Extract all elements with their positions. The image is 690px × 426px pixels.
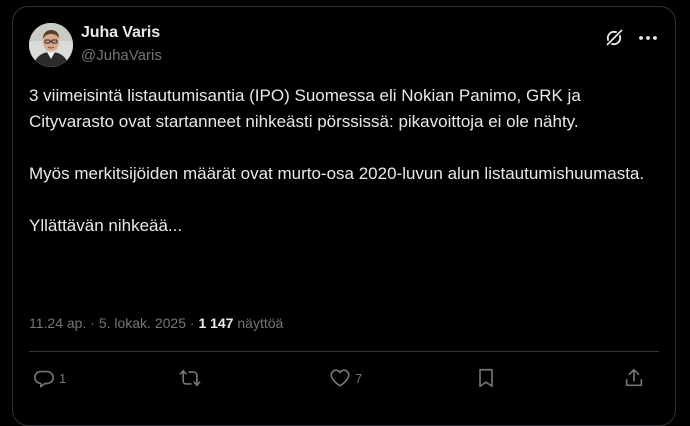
reply-icon [34, 370, 54, 388]
grok-icon[interactable] [603, 27, 625, 49]
author-display-name[interactable]: Juha Varis [81, 24, 160, 42]
tweet-card: Juha Varis @JuhaVaris 3 viimeisintä list… [12, 6, 676, 426]
tweet-paragraph: Myös merkitsijöiden määrät ovat murto-os… [29, 164, 645, 183]
like-count: 7 [355, 370, 363, 386]
reply-count: 1 [59, 370, 67, 386]
bookmark-icon [479, 368, 493, 388]
bookmark-button[interactable] [475, 365, 497, 391]
divider [29, 351, 659, 352]
profile-photo-icon [29, 23, 73, 67]
share-icon [625, 368, 643, 387]
tweet-meta: 11.24 ap. · 5. lokak. 2025 · 1 147 näytt… [29, 315, 283, 331]
tweet-time[interactable]: 11.24 ap. [29, 315, 86, 331]
more-options-icon[interactable] [637, 27, 659, 49]
tweet-paragraph: Yllättävän nihkeää... [29, 216, 183, 235]
tweet-date[interactable]: 5. lokak. 2025 [99, 315, 186, 331]
meta-separator: · [90, 315, 95, 331]
reply-button[interactable]: 1 [33, 365, 66, 391]
like-button[interactable]: 7 [329, 365, 362, 391]
views-label: näyttöä [237, 315, 284, 331]
views-count: 1 147 [198, 315, 234, 331]
meta-separator: · [189, 315, 195, 331]
like-icon [330, 369, 350, 387]
avatar[interactable] [29, 23, 73, 67]
tweet-text: 3 viimeisintä listautumisantia (IPO) Suo… [29, 83, 659, 239]
retweet-icon [179, 369, 201, 387]
tweet-paragraph: 3 viimeisintä listautumisantia (IPO) Suo… [29, 86, 581, 131]
author-handle[interactable]: @JuhaVaris [81, 47, 162, 64]
retweet-button[interactable] [179, 365, 205, 391]
share-button[interactable] [623, 365, 645, 391]
